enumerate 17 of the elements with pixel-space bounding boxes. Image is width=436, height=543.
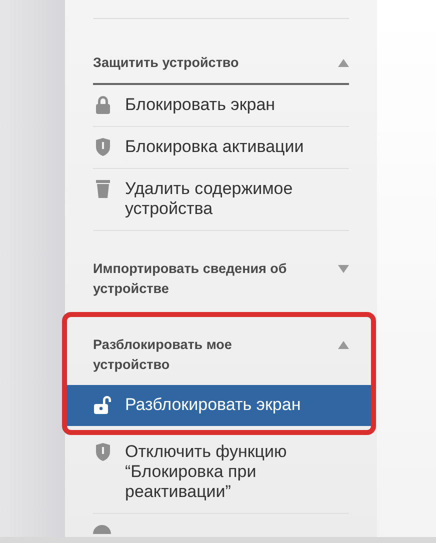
menu-item[interactable]: Блокировка активации: [93, 127, 349, 169]
collapse-arrow-icon: [338, 59, 349, 67]
shield-icon: [93, 442, 113, 462]
menu-item[interactable]: Разблокировать экран: [65, 385, 373, 426]
menu-item[interactable]: Блокировать экран: [93, 85, 349, 127]
trash-icon: [93, 179, 113, 199]
section-header[interactable]: Защитить устройство: [93, 45, 349, 85]
menu-item[interactable]: Отключить функцию “Блокировка при реактивации”: [93, 432, 349, 514]
section-header[interactable]: Импортировать сведения об устройстве: [93, 251, 349, 309]
collapse-arrow-icon: [338, 341, 349, 349]
lock-icon: [93, 95, 113, 115]
unlock-icon: [93, 395, 113, 415]
expand-arrow-icon: [338, 265, 349, 273]
gauge-icon: [93, 524, 111, 534]
menu-item[interactable]: Удалить содержимое устройства: [93, 169, 349, 231]
shield-icon: [93, 137, 113, 157]
section-header[interactable]: Разблокировать мое устройство: [93, 327, 349, 385]
